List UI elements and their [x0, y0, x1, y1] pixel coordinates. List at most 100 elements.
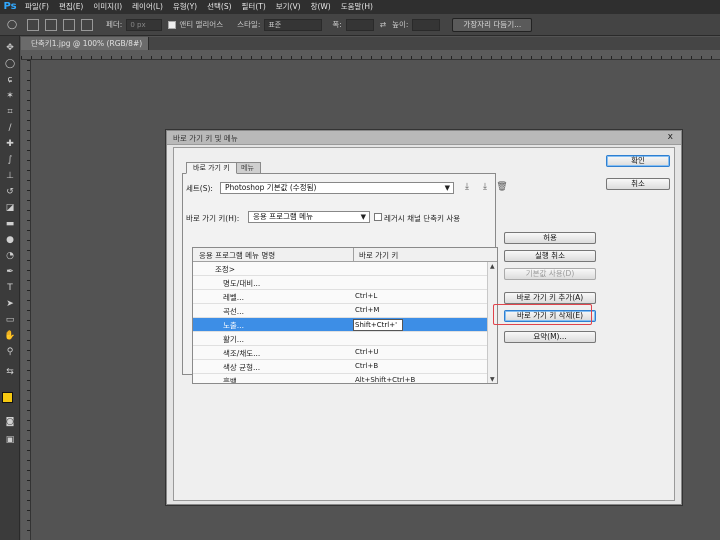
- scroll-up-icon[interactable]: ▲: [490, 263, 495, 270]
- menu-file[interactable]: 파일(F): [20, 0, 54, 14]
- table-header: 응용 프로그램 메뉴 명령 바로 가기 키: [193, 248, 497, 262]
- crop-tool-icon[interactable]: ⌗: [4, 106, 16, 118]
- gradient-tool-icon[interactable]: ▬: [4, 218, 16, 230]
- cancel-button[interactable]: 취소: [606, 178, 670, 190]
- move-tool-icon[interactable]: ✥: [4, 42, 16, 54]
- screen-mode-icon[interactable]: ▣: [4, 434, 16, 446]
- accept-button[interactable]: 허용: [504, 232, 596, 244]
- set-dropdown[interactable]: Photoshop 기본값 (수정됨) ▼: [220, 182, 454, 194]
- table-row[interactable]: 색상 균형... Ctrl+B: [193, 360, 487, 374]
- hand-tool-icon[interactable]: ✋: [4, 330, 16, 342]
- document-tab-label: 단축키1.jpg @ 100% (RGB/8#): [31, 39, 143, 48]
- ok-button[interactable]: 확인: [606, 155, 670, 167]
- row-shortcut[interactable]: Ctrl+B: [355, 362, 378, 370]
- shortcuts-for-dropdown[interactable]: 응용 프로그램 메뉴 ▼: [248, 211, 370, 223]
- marquee-ellipse-icon[interactable]: ◯: [6, 19, 18, 31]
- table-row[interactable]: 흑백... Alt+Shift+Ctrl+B: [193, 374, 487, 383]
- intersect-selection-icon[interactable]: [81, 18, 93, 31]
- menu-image[interactable]: 이미지(I): [88, 0, 127, 14]
- row-command: 곡선...: [223, 307, 244, 316]
- menu-window[interactable]: 창(W): [306, 0, 336, 14]
- marquee-tool-icon[interactable]: ◯: [4, 58, 16, 70]
- shortcut-edit-field[interactable]: Shift+Ctrl+': [353, 319, 403, 331]
- new-selection-icon[interactable]: [27, 18, 39, 31]
- delete-set-icon[interactable]: 🗑: [496, 182, 508, 193]
- pen-tool-icon[interactable]: ✒: [4, 266, 16, 278]
- chevron-down-icon: ▼: [444, 184, 450, 192]
- row-command: 조정>: [215, 265, 236, 274]
- row-shortcut[interactable]: Alt+Shift+Ctrl+B: [355, 376, 415, 383]
- table-row[interactable]: 명도/대비...: [193, 276, 487, 290]
- menu-select[interactable]: 선택(S): [202, 0, 236, 14]
- shape-tool-icon[interactable]: ▭: [4, 314, 16, 326]
- add-shortcut-button[interactable]: 바로 가기 키 추가(A): [504, 292, 596, 304]
- foreground-color-swatch[interactable]: [2, 392, 13, 403]
- legacy-channel-label: 레거시 채널 단축키 사용: [384, 214, 461, 223]
- blur-tool-icon[interactable]: ●: [4, 234, 16, 246]
- antialias-checkbox[interactable]: [168, 20, 177, 29]
- table-row[interactable]: 레벨... Ctrl+L: [193, 290, 487, 304]
- tab-strip: [149, 37, 720, 50]
- chevron-down-icon: ▼: [360, 213, 366, 221]
- menu-help[interactable]: 도움말(H): [336, 0, 378, 14]
- healing-brush-icon[interactable]: ✚: [4, 138, 16, 150]
- tab-keyboard-shortcuts[interactable]: 바로 가기 키: [186, 162, 237, 174]
- history-brush-icon[interactable]: ↺: [4, 186, 16, 198]
- row-command: 명도/대비...: [223, 279, 261, 288]
- menu-layer[interactable]: 레이어(L): [127, 0, 168, 14]
- menu-view[interactable]: 보기(V): [271, 0, 306, 14]
- eraser-icon[interactable]: ◪: [4, 202, 16, 214]
- table-row[interactable]: 색조/채도... Ctrl+U: [193, 346, 487, 360]
- lasso-tool-icon[interactable]: ɕ: [4, 74, 16, 86]
- menu-type[interactable]: 유형(Y): [168, 0, 202, 14]
- add-selection-icon[interactable]: [45, 18, 57, 31]
- magic-wand-icon[interactable]: ✶: [4, 90, 16, 102]
- shortcuts-for-label: 바로 가기 키(H):: [186, 214, 240, 223]
- brush-tool-icon[interactable]: ∫: [4, 154, 16, 166]
- document-tab[interactable]: 단축키1.jpg @ 100% (RGB/8#) ×: [21, 37, 157, 50]
- type-tool-icon[interactable]: T: [4, 282, 16, 294]
- dodge-tool-icon[interactable]: ◔: [4, 250, 16, 262]
- photoshop-logo: Ps: [3, 1, 17, 12]
- refine-edge-button[interactable]: 가장자리 다듬기...: [452, 17, 533, 32]
- path-selection-icon[interactable]: ➤: [4, 298, 16, 310]
- table-row[interactable]: 곡선... Ctrl+M: [193, 304, 487, 318]
- antialias-label: 앤티 앨리어스: [179, 20, 224, 29]
- scroll-down-icon[interactable]: ▼: [490, 376, 495, 383]
- row-command: 색조/채도...: [223, 349, 261, 358]
- legacy-channel-checkbox[interactable]: [374, 213, 382, 221]
- table-row[interactable]: 조정>: [193, 262, 487, 276]
- swap-colors-icon[interactable]: ⇆: [4, 366, 16, 378]
- row-shortcut[interactable]: Ctrl+M: [355, 306, 379, 314]
- width-input[interactable]: [345, 18, 374, 31]
- subtract-selection-icon[interactable]: [63, 18, 75, 31]
- highlight-annotation: [493, 304, 592, 325]
- table-row[interactable]: 활기...: [193, 332, 487, 346]
- set-label: 세트(S):: [186, 184, 213, 193]
- style-label: 스타일:: [237, 20, 261, 29]
- clone-stamp-icon[interactable]: ⊥: [4, 170, 16, 182]
- swap-dimensions-icon[interactable]: ⇄: [380, 20, 386, 29]
- set-dropdown-value: Photoshop 기본값 (수정됨): [225, 183, 317, 192]
- row-shortcut[interactable]: Ctrl+U: [355, 348, 378, 356]
- quick-mask-icon[interactable]: ◙: [4, 416, 16, 428]
- dialog-close-icon[interactable]: x: [668, 132, 673, 142]
- row-shortcut[interactable]: Ctrl+L: [355, 292, 377, 300]
- height-input[interactable]: [412, 18, 441, 31]
- feather-input[interactable]: 0 px: [126, 18, 163, 31]
- column-divider[interactable]: [353, 248, 354, 262]
- row-command: 활기...: [223, 335, 244, 344]
- summarize-button[interactable]: 요약(M)...: [504, 331, 596, 343]
- table-row-selected[interactable]: 노출... Shift+Ctrl+': [193, 318, 487, 332]
- row-command: 색상 균형...: [223, 363, 261, 372]
- menu-edit[interactable]: 편집(E): [54, 0, 88, 14]
- save-set-as-icon[interactable]: ⤓: [479, 182, 491, 193]
- save-set-icon[interactable]: ⤓: [461, 182, 473, 193]
- zoom-tool-icon[interactable]: ⚲: [4, 346, 16, 358]
- menu-filter[interactable]: 필터(T): [237, 0, 271, 14]
- eyedropper-icon[interactable]: ∕: [4, 122, 16, 134]
- style-select[interactable]: 표준: [264, 18, 323, 31]
- undo-button[interactable]: 실행 취소: [504, 250, 596, 262]
- use-default-button[interactable]: 기본값 사용(D): [504, 268, 596, 280]
- dialog-title-bar[interactable]: 바로 가기 키 및 메뉴 x: [167, 131, 681, 145]
